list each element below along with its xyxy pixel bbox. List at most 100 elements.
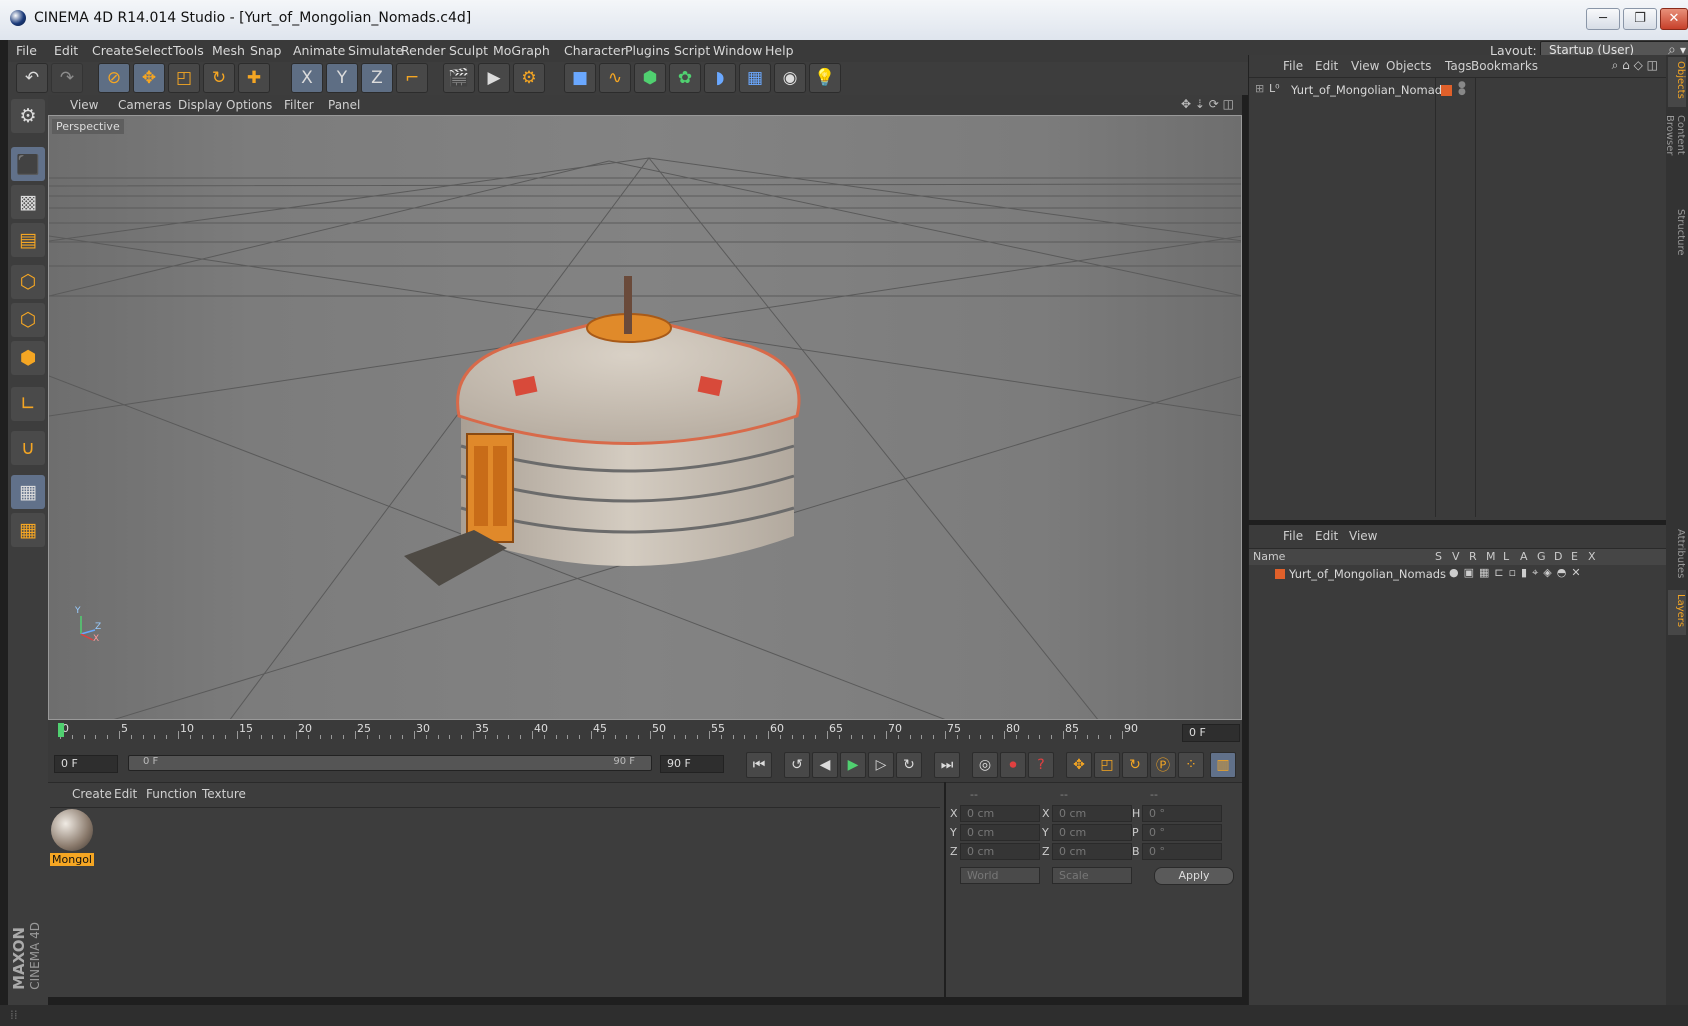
visibility-dots-icon[interactable]: ● ● [1458,81,1466,97]
menu-plugins[interactable]: Plugins [625,43,670,58]
coord-field[interactable]: 0 cm [1052,805,1132,822]
scale-icon[interactable]: ◰ [168,63,200,93]
render-picture-viewer-icon[interactable]: ▶ [478,63,510,93]
workplane-icon[interactable]: ▤ [11,223,45,257]
start-frame-field[interactable]: 0 F [54,755,118,773]
menu-window[interactable]: Window [713,43,762,58]
camera-icon[interactable]: ◉ [774,63,806,93]
points-mode-icon[interactable]: ⬡ [11,265,45,299]
cinema4d-app-icon[interactable] [10,10,26,26]
object-menu-bookmarks[interactable]: Bookmarks [1471,59,1538,73]
menu-help[interactable]: Help [765,43,794,58]
y-axis-icon[interactable]: Y [326,63,358,93]
live-select-icon[interactable]: ⊘ [98,63,130,93]
previous-key-icon[interactable]: ↺ [784,752,810,778]
menu-create[interactable]: Create [92,43,134,58]
viewport-menu-options[interactable]: Options [226,98,272,112]
material-menu-edit[interactable]: Edit [114,787,137,801]
deformer-icon[interactable]: ◗ [704,63,736,93]
undo-icon[interactable]: ↶ [16,63,48,93]
menu-tools[interactable]: Tools [173,43,204,58]
coord-field[interactable]: 0 ° [1142,824,1222,841]
menu-sculpt[interactable]: Sculpt [449,43,488,58]
menu-render[interactable]: Render [401,43,446,58]
redo-icon[interactable]: ↷ [51,63,83,93]
object-menu-edit[interactable]: Edit [1315,59,1338,73]
timeline-ruler[interactable]: 0 F 0 5 10 15 20 25 30 35 40 45 50 55 60 65 70 75 80 85 90 [48,720,1242,746]
range-slider[interactable]: 0 F 90 F [128,755,652,771]
edges-mode-icon[interactable]: ⬡ [11,303,45,337]
render-settings-icon[interactable]: ⚙ [513,63,545,93]
menu-file[interactable]: File [16,43,37,58]
polygons-mode-icon[interactable]: ⬢ [11,341,45,375]
layer-column-header[interactable]: S [1435,550,1442,563]
array-icon[interactable]: ✿ [669,63,701,93]
coord-field[interactable]: 0 cm [960,805,1040,822]
layer-column-header[interactable]: R [1469,550,1477,563]
layer-column-header[interactable]: L [1503,550,1509,563]
object-row[interactable]: ⊞ L⁰ Yurt_of_Mongolian_Nomads ● ● [1255,81,1655,100]
object-manager-nav-icon[interactable]: ⌕ ⌂ ◇ ◫ [1612,58,1658,73]
minimize-button[interactable]: ─ [1586,8,1620,30]
cube-icon[interactable]: ■ [564,63,596,93]
key-position-icon[interactable]: ✥ [1066,752,1092,778]
tab-objects[interactable]: Objects [1668,57,1686,107]
locked-workplane-icon[interactable]: ▦ [11,475,45,509]
coord-field[interactable]: 0 cm [960,824,1040,841]
menu-edit[interactable]: Edit [54,43,78,58]
add-icon[interactable]: ✚ [238,63,270,93]
coord-field[interactable]: 0 ° [1142,805,1222,822]
x-axis-icon[interactable]: X [291,63,323,93]
model-mode-icon[interactable]: ⚙ [11,99,45,133]
menu-snap[interactable]: Snap [250,43,281,58]
menu-script[interactable]: Script [674,43,710,58]
layer-menu-file[interactable]: File [1283,529,1303,543]
planar-workplane-icon[interactable]: ▦ [11,513,45,547]
viewport-menu-cameras[interactable]: Cameras [118,98,171,112]
layer-menu-edit[interactable]: Edit [1315,529,1338,543]
axis-mode-icon[interactable]: ∟ [11,387,45,421]
object-menu-file[interactable]: File [1283,59,1303,73]
viewport-menu-display[interactable]: Display [178,98,222,112]
end-frame-field[interactable]: 90 F [660,755,724,773]
menu-mesh[interactable]: Mesh [212,43,245,58]
menu-mograph[interactable]: MoGraph [493,43,550,58]
floor-icon[interactable]: ▦ [739,63,771,93]
texture-mode-icon[interactable]: ▩ [11,185,45,219]
layer-column-header[interactable]: G [1537,550,1546,563]
layer-column-header[interactable]: D [1554,550,1562,563]
record-keys-icon[interactable]: ◎ [972,752,998,778]
perspective-viewport[interactable]: Perspective Y Z X [48,115,1242,720]
layer-column-header[interactable]: E [1571,550,1578,563]
object-menu-objects[interactable]: Objects [1386,59,1431,73]
autokey-icon[interactable]: ⏺ [1000,752,1026,778]
layer-column-header[interactable]: M [1486,550,1496,563]
play-icon[interactable]: ▶ [840,752,866,778]
material-menu-function[interactable]: Function [146,787,197,801]
rotate-icon[interactable]: ↻ [203,63,235,93]
timeline-window-icon[interactable]: ▥ [1210,752,1236,778]
restore-button[interactable]: ❐ [1623,8,1657,30]
material-menu-texture[interactable]: Texture [202,787,246,801]
go-to-start-icon[interactable]: ⏮ [746,752,772,778]
menu-character[interactable]: Character [564,43,626,58]
layer-color-icon[interactable] [1275,569,1285,579]
object-mode-icon[interactable]: ⬛ [11,147,45,181]
tab-content-browser[interactable]: Content Browser [1664,111,1686,201]
viewport-nav-icon[interactable]: ✥ ⇣ ⟳ ◫ [1181,97,1234,111]
viewport-menu-view[interactable]: View [70,98,98,112]
coord-field[interactable]: 0 cm [1052,843,1132,860]
playhead[interactable] [58,723,64,737]
next-key-icon[interactable]: ↻ [896,752,922,778]
material-swatch[interactable]: Mongol [50,809,94,869]
coord-size-select[interactable]: Scale [1052,867,1132,884]
current-frame-field[interactable]: 0 F [1182,724,1240,742]
apply-button[interactable]: Apply [1154,867,1234,885]
next-frame-icon[interactable]: ▷ [868,752,894,778]
go-to-end-icon[interactable]: ⏭ [934,752,960,778]
tab-attributes[interactable]: Attributes [1668,525,1686,585]
render-view-icon[interactable]: 🎬 [443,63,475,93]
coord-field[interactable]: 0 cm [960,843,1040,860]
viewport-menu-panel[interactable]: Panel [328,98,360,112]
key-pla-icon[interactable]: ⁘ [1178,752,1204,778]
